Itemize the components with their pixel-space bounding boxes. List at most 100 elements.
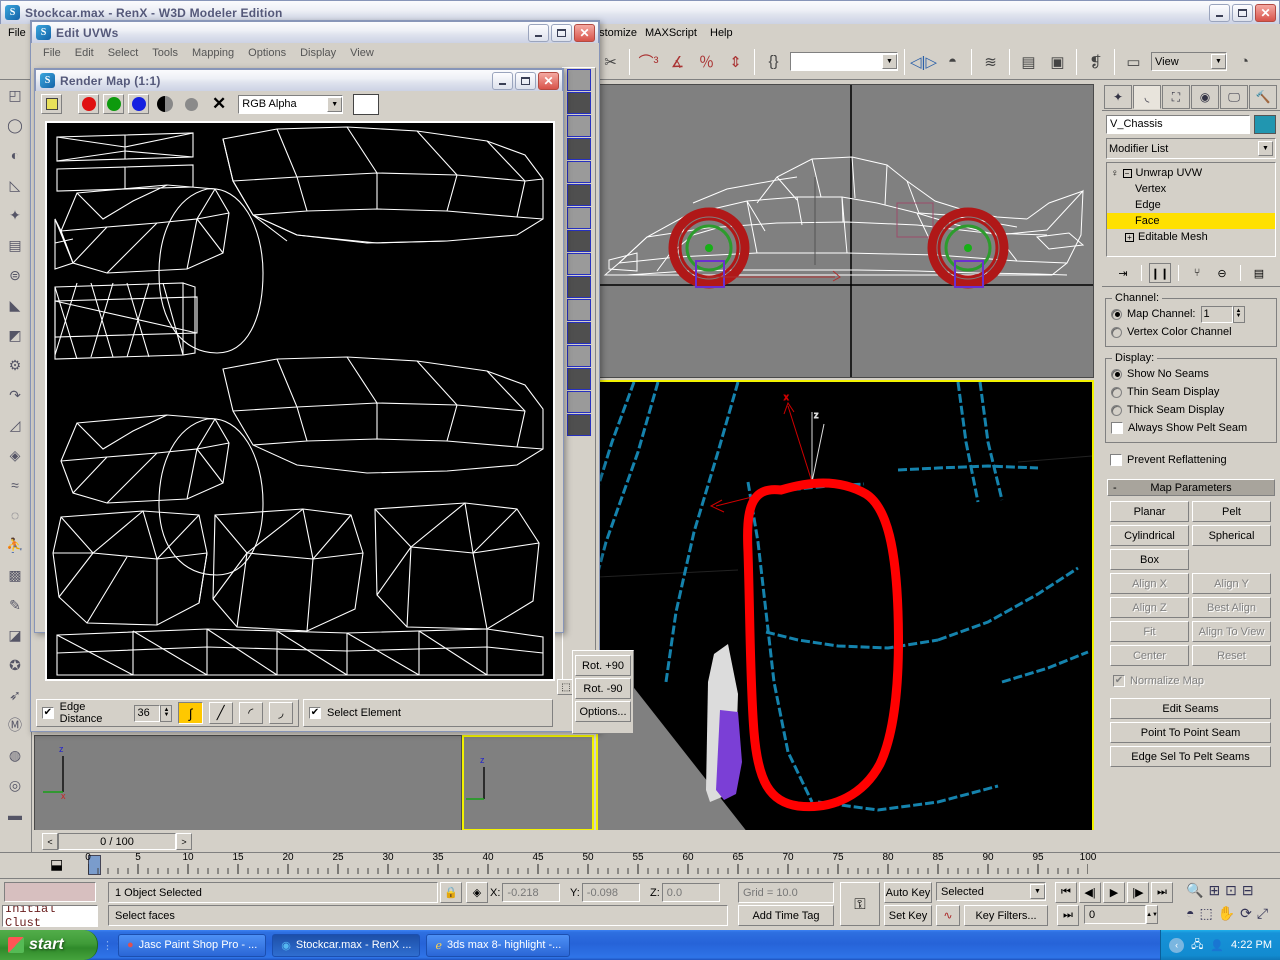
map-channel-spinner[interactable]: ▲▼: [1201, 306, 1245, 323]
auto-key-button[interactable]: Auto Key: [884, 882, 932, 903]
minimize-button[interactable]: [1209, 4, 1230, 22]
edge-distance-checkbox[interactable]: ✔: [42, 707, 54, 719]
hierarchy-tab[interactable]: ⛶: [1162, 85, 1190, 109]
frame-counter-value[interactable]: 0 / 100: [58, 833, 176, 850]
pan-icon[interactable]: ✋: [1218, 905, 1235, 922]
best-align-button[interactable]: Best Align: [1192, 597, 1271, 618]
skin-icon[interactable]: ⛹: [0, 530, 30, 560]
viewport-bottom-left[interactable]: z: [462, 735, 594, 831]
always-show-pelt-seam-row[interactable]: Always Show Pelt Seam: [1111, 419, 1271, 437]
uvw-strip-cell[interactable]: [567, 368, 591, 390]
display-tab[interactable]: 🖵: [1220, 85, 1248, 109]
alpha-channel-icon[interactable]: [157, 96, 173, 112]
uvw-strip-cell[interactable]: [567, 391, 591, 413]
uvw-menu-file[interactable]: File: [37, 46, 67, 60]
prevent-reflattening-checkbox[interactable]: [1110, 454, 1122, 466]
spherical-button[interactable]: Spherical: [1192, 525, 1271, 546]
uvw-menu-options[interactable]: Options: [242, 46, 292, 60]
sphere-icon[interactable]: ◐: [0, 140, 30, 170]
layer-manager-icon[interactable]: ≋: [977, 47, 1004, 77]
vertex-paint-icon[interactable]: ◪: [0, 620, 30, 650]
percent-snap-icon[interactable]: ％: [693, 47, 720, 77]
zoom-extents-all-icon[interactable]: ⊟: [1242, 882, 1254, 899]
spline-icon[interactable]: ➶: [0, 680, 30, 710]
thin-seam-radio[interactable]: [1111, 387, 1122, 398]
lock-selection-icon[interactable]: 🔒: [440, 882, 462, 903]
falloff-fast-icon[interactable]: ◞: [269, 702, 293, 724]
quick-render-icon[interactable]: ◔: [1231, 47, 1258, 77]
key-filters-button[interactable]: Key Filters...: [964, 905, 1048, 926]
clock[interactable]: 4:22 PM: [1231, 939, 1272, 951]
stack-row[interactable]: + Editable Mesh: [1107, 229, 1275, 245]
go-to-start-icon[interactable]: ⏮: [1055, 882, 1077, 903]
set-key-button[interactable]: Set Key: [884, 905, 932, 926]
cylindrical-button[interactable]: Cylindrical: [1110, 525, 1189, 546]
paint-icon[interactable]: ✎: [0, 590, 30, 620]
taskbar-item-ie[interactable]: ℯ 3ds max 8- highlight -...: [426, 934, 570, 957]
falloff-linear-icon[interactable]: ╱: [209, 702, 233, 724]
remove-modifier-icon[interactable]: ⊖: [1211, 263, 1233, 283]
lathe-icon[interactable]: ⊜: [0, 260, 30, 290]
align-x-button[interactable]: Align X: [1110, 573, 1189, 594]
thick-seam-radio[interactable]: [1111, 405, 1122, 416]
viewport-top-left[interactable]: z x: [34, 735, 462, 831]
twist-icon[interactable]: ◈: [0, 440, 30, 470]
box-icon[interactable]: ◰: [0, 80, 30, 110]
zoom-region-icon[interactable]: ⬚: [1199, 905, 1212, 922]
modifier-stack[interactable]: ♀ − Unwrap UVW Vertex Edge Face + Editab…: [1106, 162, 1276, 257]
uvw-tool-strip[interactable]: [562, 67, 596, 695]
viewport-front[interactable]: [596, 84, 1094, 378]
key-mode-icon[interactable]: ⚿: [840, 882, 880, 926]
cluster-name-field[interactable]: Initial Clust: [2, 905, 98, 927]
absolute-relative-icon[interactable]: ◈: [466, 882, 488, 903]
material-m-icon[interactable]: Ⓜ: [0, 710, 30, 740]
mono-channel-icon[interactable]: [185, 98, 198, 111]
field-of-view-icon[interactable]: ◓: [1186, 905, 1194, 922]
motion-tab[interactable]: ◉: [1191, 85, 1219, 109]
close-button[interactable]: ✕: [538, 72, 559, 90]
object-name-field[interactable]: V_Chassis: [1106, 115, 1250, 134]
uvw-strip-cell[interactable]: [567, 138, 591, 160]
key-curve-icon[interactable]: ∿: [936, 905, 960, 926]
show-no-seams-radio[interactable]: [1111, 369, 1122, 380]
uvw-strip-cell[interactable]: [567, 414, 591, 436]
select-element-checkbox[interactable]: ✔: [309, 707, 321, 719]
uvw-strip-cell[interactable]: [567, 69, 591, 91]
map-channel-radio[interactable]: [1111, 309, 1122, 320]
taper-icon[interactable]: ◿: [0, 410, 30, 440]
align-to-view-button[interactable]: Align To View: [1192, 621, 1271, 642]
edge-sel-to-pelt-seams-button[interactable]: Edge Sel To Pelt Seams: [1110, 746, 1271, 767]
z-field[interactable]: 0.0: [662, 883, 720, 902]
uvw-strip-cell[interactable]: [567, 276, 591, 298]
maximize-button[interactable]: [515, 72, 536, 90]
maximize-viewport-icon[interactable]: ⤢: [1257, 905, 1268, 922]
material-map-icon[interactable]: ◍: [0, 740, 30, 770]
green-channel-icon[interactable]: [103, 94, 124, 114]
close-button[interactable]: ✕: [574, 24, 595, 42]
falloff-smooth-icon[interactable]: ∫: [178, 702, 202, 724]
create-tab[interactable]: ✦: [1104, 85, 1132, 109]
thick-seam-row[interactable]: Thick Seam Display: [1111, 401, 1271, 419]
minimize-button[interactable]: [528, 24, 549, 42]
wave-icon[interactable]: ≈: [0, 470, 30, 500]
chevron-down-icon[interactable]: ▼: [882, 54, 897, 69]
chevron-down-icon[interactable]: ▼: [1258, 141, 1273, 156]
spinner-arrows-icon[interactable]: ▲▼: [160, 705, 172, 722]
noise-icon[interactable]: ◌: [0, 500, 30, 530]
slice-icon[interactable]: ◩: [0, 320, 30, 350]
current-frame-field[interactable]: 0: [1084, 905, 1146, 924]
spinner-arrows-icon[interactable]: ▲▼: [1146, 905, 1158, 924]
red-channel-icon[interactable]: [78, 94, 99, 114]
planar-button[interactable]: Planar: [1110, 501, 1189, 522]
center-button[interactable]: Center: [1110, 645, 1189, 666]
show-no-seams-row[interactable]: Show No Seams: [1111, 365, 1271, 383]
map-channel-input[interactable]: [1201, 306, 1233, 323]
uvw-strip-cell[interactable]: [567, 115, 591, 137]
angle-snap-icon[interactable]: ∡: [664, 47, 691, 77]
uvw-menu-display[interactable]: Display: [294, 46, 342, 60]
plane-icon[interactable]: ◺: [0, 170, 30, 200]
collapse-icon[interactable]: −: [1123, 169, 1132, 178]
align-z-button[interactable]: Align Z: [1110, 597, 1189, 618]
render-scene-icon[interactable]: ▭: [1120, 47, 1147, 77]
chevron-down-icon[interactable]: ▼: [1211, 54, 1226, 69]
